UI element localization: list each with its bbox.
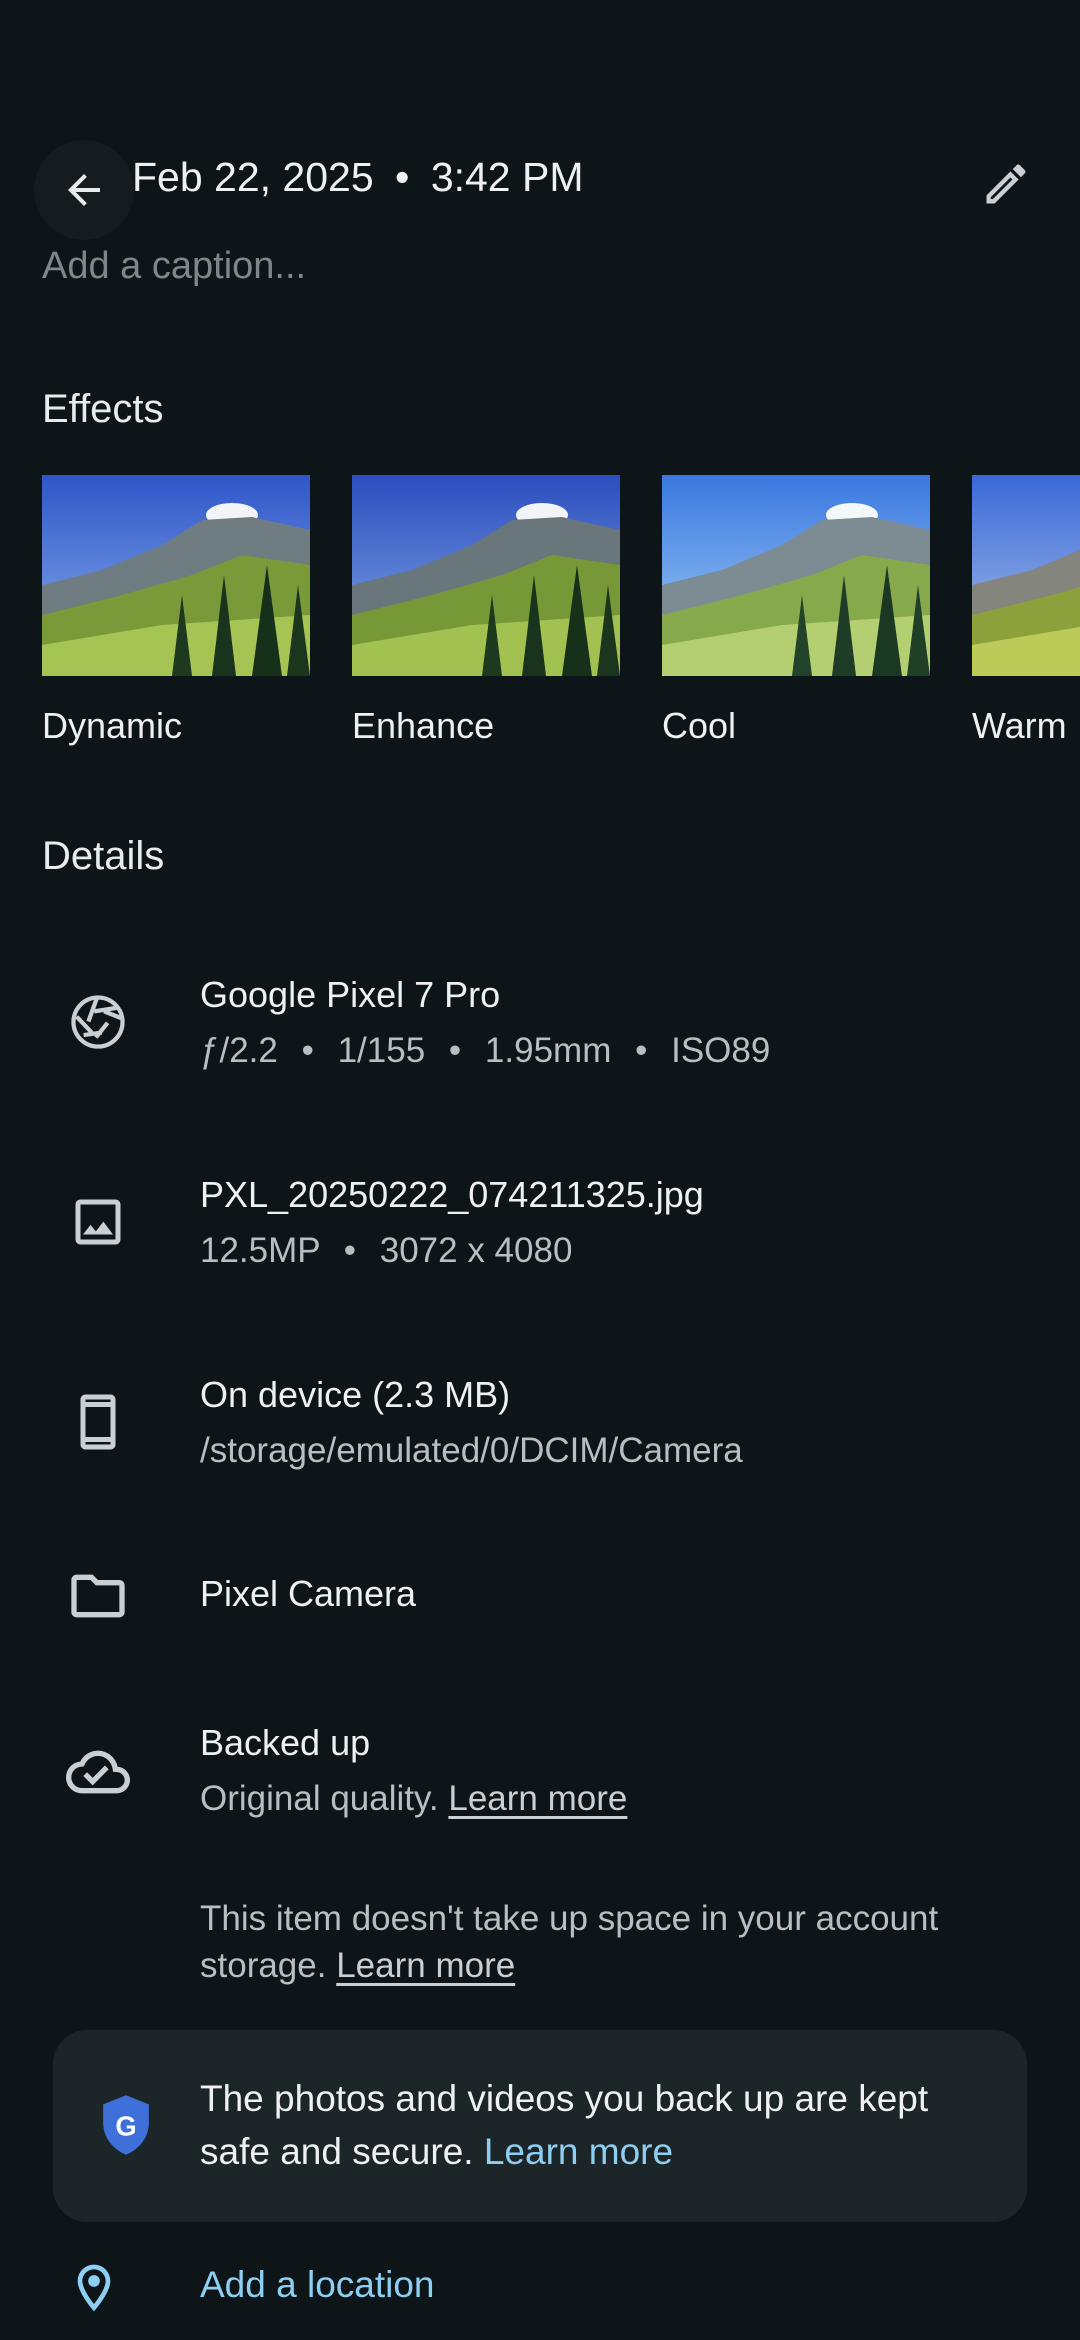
folder-name: Pixel Camera	[200, 1573, 417, 1614]
focal-length-value: 1.95mm	[484, 1031, 612, 1070]
effects-title: Effects	[42, 387, 164, 431]
back-button[interactable]	[34, 140, 134, 240]
aperture-icon	[62, 986, 134, 1058]
edit-date-button[interactable]	[970, 148, 1042, 220]
storage-note: This item doesn't take up space in your …	[200, 1895, 1040, 1989]
effect-thumb-cool[interactable]	[662, 475, 930, 676]
backup-learn-more-link[interactable]: Learn more	[448, 1779, 627, 1818]
add-location-button[interactable]: Add a location	[200, 2264, 435, 2306]
camera-settings: ƒ/2.2 • 1/155 • 1.95mm • ISO89	[200, 1031, 771, 1070]
phone-icon	[62, 1386, 134, 1458]
date-separator: •	[395, 154, 410, 200]
shutter-value: 1/155	[337, 1031, 426, 1070]
file-info: 12.5MP • 3072 x 4080	[200, 1231, 573, 1270]
secure-info-text: The photos and videos you back up are ke…	[200, 2072, 1000, 2178]
secure-learn-more-link[interactable]: Learn more	[484, 2131, 673, 2172]
time-text: 3:42 PM	[430, 154, 584, 200]
effect-thumb-warm[interactable]	[972, 475, 1080, 676]
storage-note-text: This item doesn't take up space in your …	[200, 1899, 939, 1985]
arrow-left-icon	[68, 174, 100, 206]
iso-value: ISO89	[671, 1031, 771, 1070]
folder-icon	[62, 1560, 134, 1632]
file-name: PXL_20250222_074211325.jpg	[200, 1174, 704, 1215]
backup-quality: Original quality. Learn more	[200, 1779, 627, 1819]
storage-learn-more-link[interactable]: Learn more	[336, 1946, 515, 1985]
dimensions-value: 3072 x 4080	[379, 1231, 573, 1270]
effect-label-cool: Cool	[662, 705, 737, 746]
pencil-icon	[986, 164, 1026, 204]
effect-thumb-dynamic[interactable]	[42, 475, 310, 676]
effect-thumb-enhance[interactable]	[352, 475, 620, 676]
details-title: Details	[42, 834, 165, 878]
effect-label-dynamic: Dynamic	[42, 705, 183, 746]
google-shield-icon: G	[98, 2093, 162, 2157]
backup-quality-text: Original quality.	[200, 1779, 439, 1818]
aperture-value: ƒ/2.2	[200, 1031, 278, 1070]
device-storage: On device (2.3 MB)	[200, 1374, 511, 1415]
effect-label-enhance: Enhance	[352, 705, 495, 746]
device-path: /storage/emulated/0/DCIM/Camera	[200, 1431, 743, 1470]
date-time-title: Feb 22, 2025 • 3:42 PM	[132, 154, 584, 201]
date-text: Feb 22, 2025	[132, 154, 374, 200]
megapixels-value: 12.5MP	[200, 1231, 320, 1270]
image-icon	[62, 1186, 134, 1258]
effect-label-warm: Warm	[972, 705, 1067, 746]
location-pin-icon	[58, 2252, 130, 2324]
caption-input[interactable]: Add a caption...	[42, 245, 306, 288]
backup-status: Backed up	[200, 1722, 371, 1763]
svg-text:G: G	[115, 2110, 136, 2141]
cloud-done-icon	[62, 1736, 134, 1808]
camera-model: Google Pixel 7 Pro	[200, 974, 501, 1015]
